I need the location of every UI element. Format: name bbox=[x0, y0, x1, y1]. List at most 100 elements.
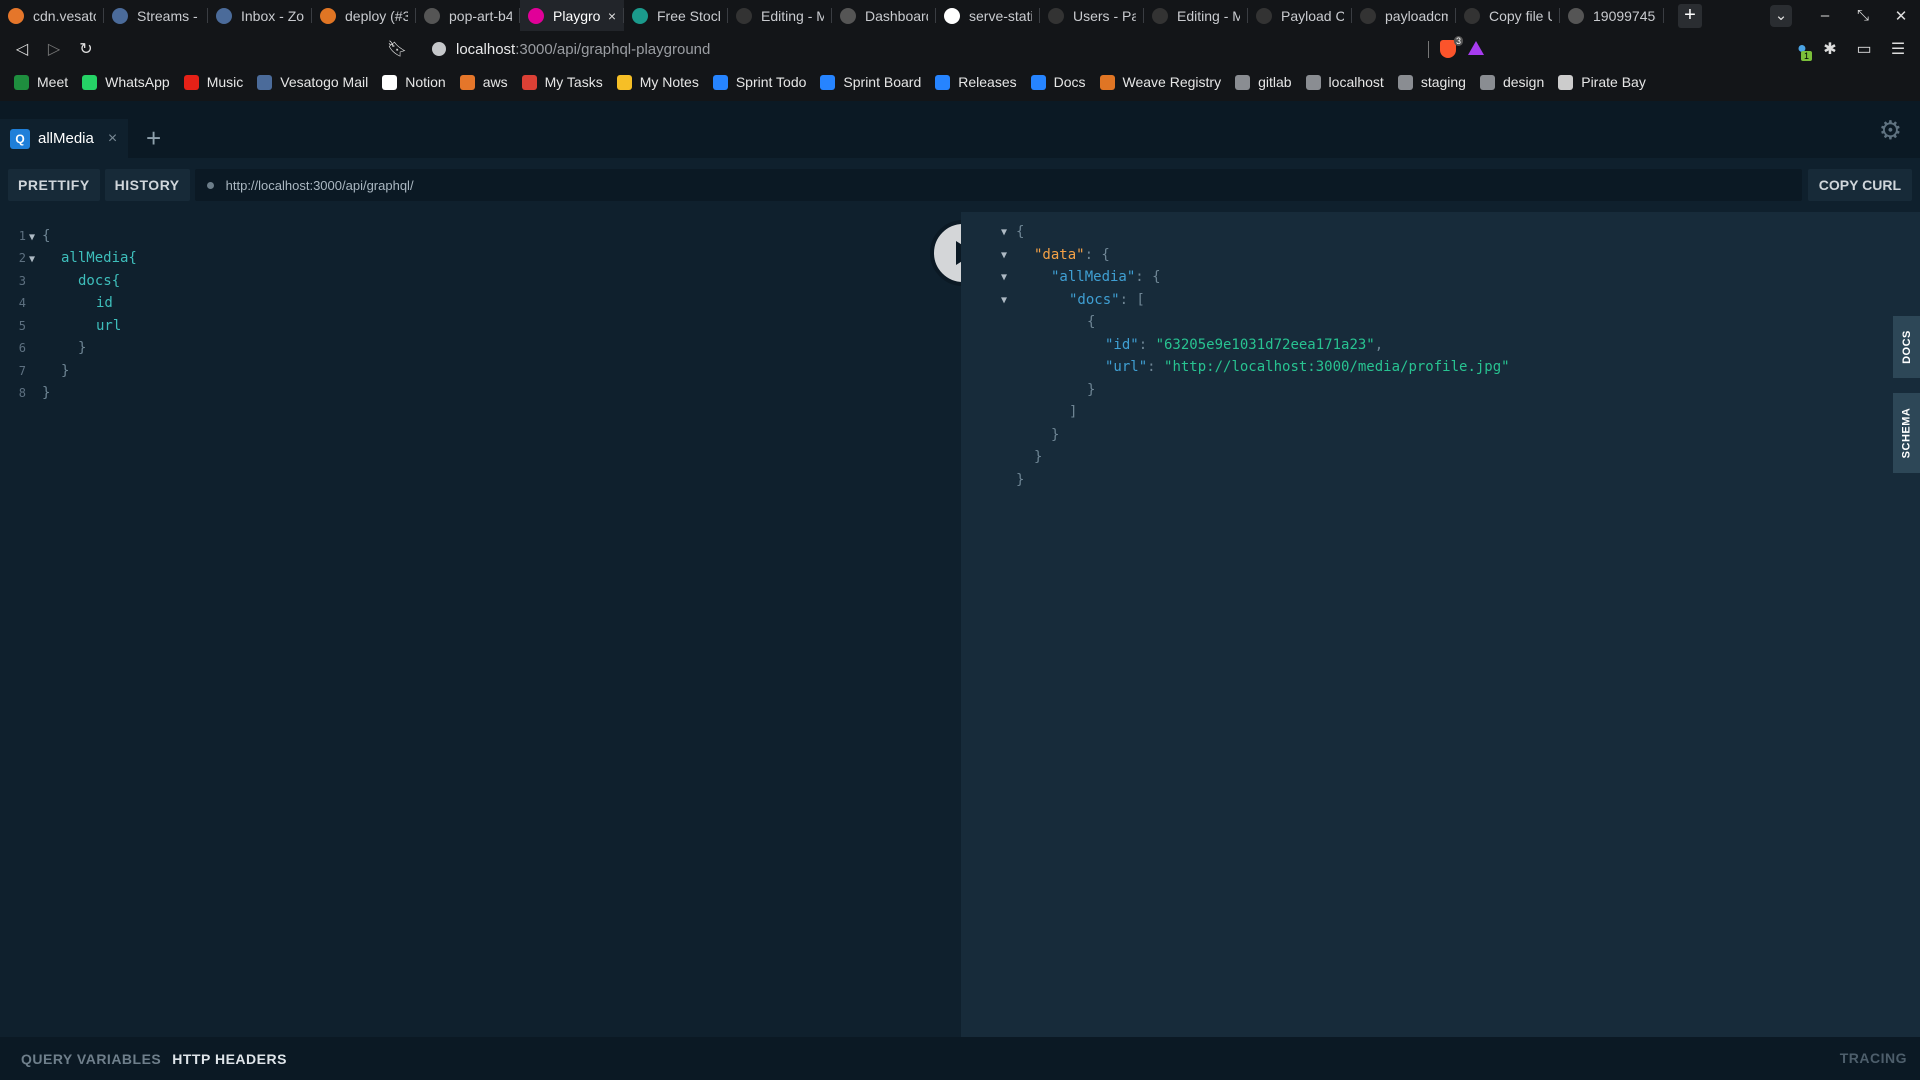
fold-arrow-icon[interactable]: ▼ bbox=[29, 232, 35, 243]
add-tab-button[interactable]: + bbox=[146, 125, 161, 151]
vesatogo-icon bbox=[112, 7, 128, 24]
endpoint-input[interactable]: http://localhost:3000/api/graphql/ bbox=[194, 169, 1802, 201]
line-number: 2 bbox=[18, 251, 26, 265]
fold-arrow-icon[interactable]: ▼ bbox=[1001, 250, 1007, 261]
tab-allmedia[interactable]: Q allMedia × bbox=[0, 119, 128, 158]
bookmark-item[interactable]: WhatsApp bbox=[82, 74, 170, 90]
browser-tab[interactable]: serve-stati bbox=[936, 0, 1040, 31]
browser-tab[interactable]: Editing - M bbox=[1144, 0, 1248, 31]
address-bar[interactable]: localhost:3000/api/graphql-playground 3 bbox=[418, 34, 1498, 64]
prettify-button[interactable]: PRETTIFY bbox=[8, 169, 100, 201]
fold-arrow-icon[interactable]: ▼ bbox=[1001, 272, 1007, 283]
bookmark-item[interactable]: Sprint Board bbox=[820, 74, 921, 90]
window-controls: ⌄ – ⤡ ✕ bbox=[1770, 0, 1920, 31]
browser-tab-title: Editing - M bbox=[761, 7, 824, 24]
bookmark-item[interactable]: Vesatogo Mail bbox=[257, 74, 368, 90]
fold-arrow-icon[interactable]: ▼ bbox=[1001, 227, 1007, 238]
browser-tab-strip: cdn.vesato Streams - Inbox - Zo deploy (#3 p… bbox=[0, 0, 1920, 31]
bookmark-item[interactable]: design bbox=[1479, 74, 1545, 90]
extensions-icon[interactable]: ✱ bbox=[1814, 39, 1846, 59]
jira-icon bbox=[712, 74, 728, 90]
bookmark-label: Vesatogo Mail bbox=[280, 74, 369, 90]
bookmark-item[interactable]: staging bbox=[1397, 74, 1466, 90]
bookmark-item[interactable]: Notion bbox=[382, 74, 446, 90]
bookmark-label: Notion bbox=[405, 74, 446, 90]
browser-tab[interactable]: Free Stock bbox=[624, 0, 728, 31]
fold-arrow-icon[interactable]: ▼ bbox=[29, 254, 35, 265]
settings-gear-icon[interactable]: ⚙ bbox=[1879, 115, 1902, 146]
wallet-icon[interactable]: ▭ bbox=[1848, 39, 1880, 59]
bookmark-label: design bbox=[1502, 74, 1545, 90]
bookmark-item[interactable]: Docs bbox=[1030, 74, 1086, 90]
browser-tab-title: pop-art-b4 bbox=[449, 7, 512, 24]
browser-tab-title: Streams - bbox=[137, 7, 198, 24]
browser-tab[interactable]: 190997458 bbox=[1560, 0, 1664, 31]
bookmark-item[interactable]: gitlab bbox=[1235, 74, 1292, 90]
json-key: "docs" bbox=[1069, 292, 1120, 308]
response-viewer: ▼ ▼ ▼ ▼ { "data": { "allMedia": { "docs"… bbox=[961, 212, 1920, 1037]
brave-rewards-icon[interactable] bbox=[1468, 41, 1484, 55]
bookmark-item[interactable]: My Tasks bbox=[521, 74, 603, 90]
browser-tab[interactable]: Editing - M bbox=[728, 0, 832, 31]
browser-tab[interactable]: pop-art-b4 bbox=[416, 0, 520, 31]
site-info-icon[interactable] bbox=[432, 42, 446, 56]
menu-icon[interactable]: ☰ bbox=[1882, 39, 1914, 59]
close-tab-icon[interactable]: × bbox=[608, 8, 616, 24]
query-editor[interactable]: 1 2 3 4 5 6 7 8 ▼ ▼ { allMedia{ docs{ id… bbox=[0, 212, 961, 1037]
endpoint-url: http://localhost:3000/api/graphql/ bbox=[225, 177, 414, 193]
folder-icon bbox=[1235, 74, 1251, 90]
tracing-tab[interactable]: TRACING bbox=[1840, 1050, 1907, 1066]
connection-status-icon bbox=[206, 181, 214, 189]
new-tab-button[interactable]: + bbox=[1678, 3, 1702, 28]
copy-curl-button[interactable]: COPY CURL bbox=[1807, 169, 1912, 201]
browser-tab[interactable]: Users - Pa bbox=[1040, 0, 1144, 31]
pirate-icon bbox=[1558, 74, 1574, 90]
bookmark-item[interactable]: My Notes bbox=[616, 74, 699, 90]
browser-tab-title: cdn.vesato bbox=[33, 7, 96, 24]
query-variables-tab[interactable]: QUERY VARIABLES bbox=[21, 1051, 161, 1067]
browser-tab[interactable]: deploy (#3 bbox=[312, 0, 416, 31]
query-line: { bbox=[42, 228, 51, 244]
back-button[interactable]: ◁ bbox=[6, 39, 38, 59]
forward-button[interactable]: ▷ bbox=[38, 39, 70, 59]
close-window-button[interactable]: ✕ bbox=[1882, 7, 1920, 25]
bookmark-item[interactable]: aws bbox=[459, 74, 508, 90]
bookmark-item[interactable]: Music bbox=[183, 74, 243, 90]
browser-tab[interactable]: Dashboard bbox=[832, 0, 936, 31]
json-key: "url" bbox=[1105, 359, 1148, 375]
stock-icon bbox=[632, 7, 648, 24]
docs-tab[interactable]: DOCS bbox=[1893, 316, 1920, 378]
schema-tab[interactable]: SCHEMA bbox=[1893, 393, 1920, 473]
bookmark-item[interactable]: Meet bbox=[14, 74, 68, 90]
bookmark-item[interactable]: Releases bbox=[935, 74, 1017, 90]
browser-tab-title: serve-stati bbox=[969, 7, 1032, 24]
bookmark-item[interactable]: Sprint Todo bbox=[712, 74, 806, 90]
tab-search-button[interactable]: ⌄ bbox=[1770, 4, 1792, 27]
http-headers-tab[interactable]: HTTP HEADERS bbox=[172, 1051, 287, 1067]
history-button[interactable]: HISTORY bbox=[104, 169, 190, 201]
minimize-button[interactable]: – bbox=[1806, 7, 1844, 24]
browser-tab[interactable]: payloadcm bbox=[1352, 0, 1456, 31]
browser-tab[interactable]: Playgro × bbox=[520, 0, 624, 31]
bookmark-item[interactable]: Pirate Bay bbox=[1558, 74, 1646, 90]
json-value: "63205e9e1031d72eea171a23" bbox=[1155, 337, 1375, 353]
line-number: 6 bbox=[18, 341, 26, 355]
browser-tab[interactable]: cdn.vesato bbox=[0, 0, 104, 31]
bookmark-icon[interactable]: 🔖︎ bbox=[381, 39, 413, 59]
folder-icon bbox=[1397, 74, 1413, 90]
close-tab-icon[interactable]: × bbox=[108, 130, 117, 148]
bookmark-item[interactable]: Weave Registry bbox=[1099, 74, 1221, 90]
browser-tab[interactable]: Streams - bbox=[104, 0, 208, 31]
response-brace: } bbox=[1016, 472, 1025, 488]
browser-tab[interactable]: Inbox - Zo bbox=[208, 0, 312, 31]
tab-title: allMedia bbox=[38, 130, 94, 147]
bookmark-item[interactable]: localhost bbox=[1305, 74, 1384, 90]
reload-button[interactable]: ↻ bbox=[70, 39, 102, 59]
restore-button[interactable]: ⤡ bbox=[1844, 7, 1882, 24]
payload-icon bbox=[1256, 7, 1272, 24]
browser-tab[interactable]: Payload CM bbox=[1248, 0, 1352, 31]
vesatogo-icon bbox=[216, 7, 232, 24]
browser-tab[interactable]: Copy file U bbox=[1456, 0, 1560, 31]
fold-arrow-icon[interactable]: ▼ bbox=[1001, 295, 1007, 306]
globe-icon bbox=[424, 7, 440, 24]
